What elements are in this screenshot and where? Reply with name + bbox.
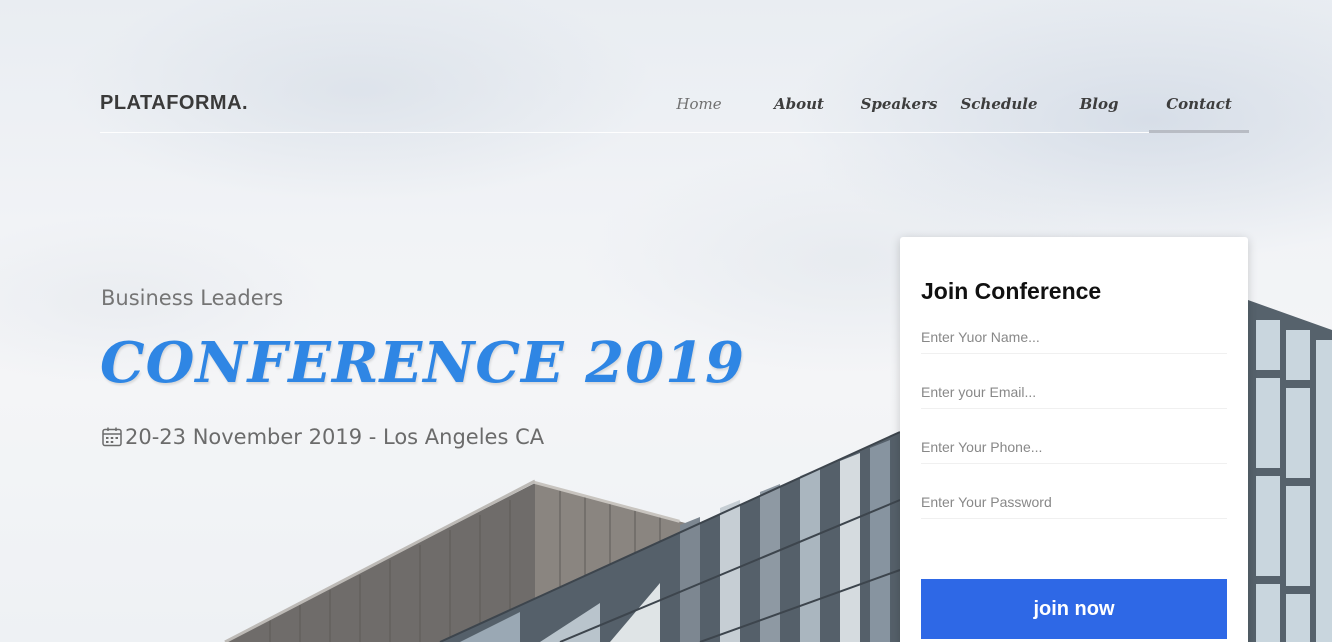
hero-subtitle: Business Leaders	[101, 286, 284, 310]
nav-item-schedule[interactable]: Schedule	[949, 88, 1049, 132]
join-conference-form: Join Conference join now	[900, 237, 1248, 642]
phone-field[interactable]	[921, 430, 1227, 464]
nav-item-home[interactable]: Home	[649, 88, 749, 132]
password-field[interactable]	[921, 485, 1227, 519]
nav-item-about[interactable]: About	[749, 88, 849, 132]
nav-item-speakers[interactable]: Speakers	[849, 88, 949, 132]
main-nav: Home About Speakers Schedule Blog Contac…	[649, 88, 1249, 133]
header-divider	[100, 132, 1249, 133]
email-field[interactable]	[921, 375, 1227, 409]
nav-item-blog[interactable]: Blog	[1049, 88, 1149, 132]
nav-item-contact[interactable]: Contact	[1149, 88, 1249, 133]
event-date-row: 20-23 November 2019 - Los Angeles CA	[101, 425, 544, 449]
name-field[interactable]	[921, 320, 1227, 354]
form-title: Join Conference	[921, 278, 1102, 304]
hero-headline: CONFERENCE 2019	[100, 330, 745, 396]
site-logo[interactable]: PLATAFORMA.	[100, 92, 248, 115]
event-date: 20-23 November 2019 - Los Angeles CA	[125, 425, 545, 449]
calendar-icon	[102, 427, 122, 447]
join-now-button[interactable]: join now	[921, 579, 1227, 639]
